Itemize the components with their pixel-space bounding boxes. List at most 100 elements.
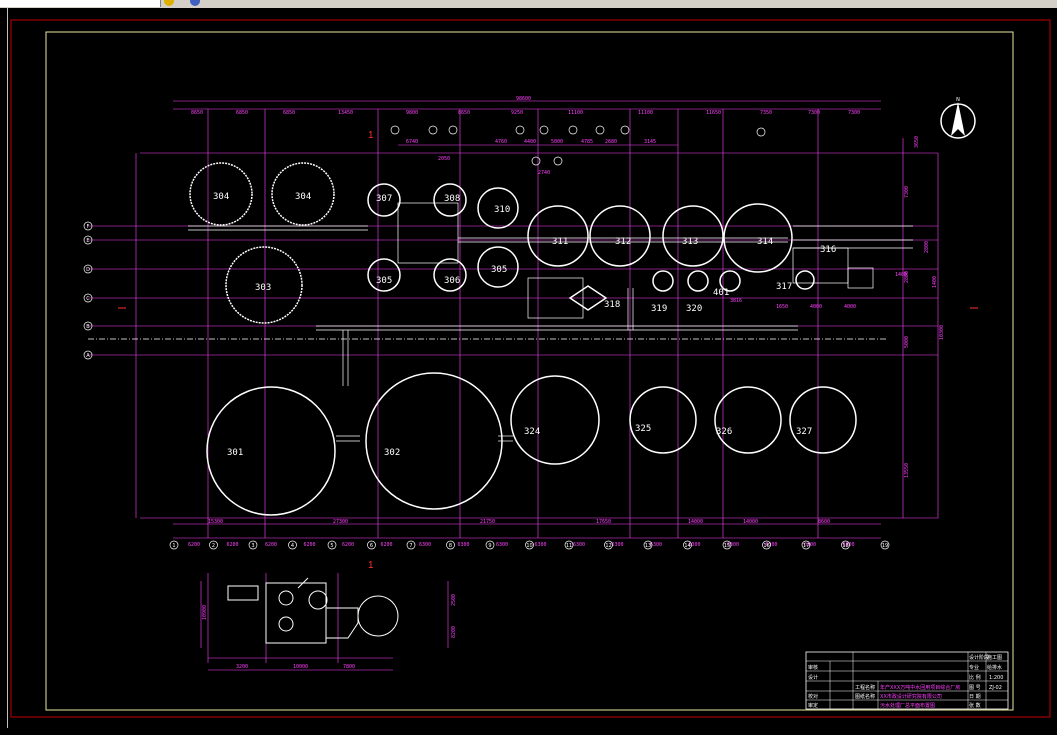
unit-label: 311 — [552, 237, 568, 247]
dim-inset: 7800 — [343, 664, 355, 670]
dim-top: 11100 — [568, 110, 583, 116]
tb-drawing-label: 图纸名称 — [855, 693, 875, 700]
dim-top-sub: 6740 — [406, 139, 418, 145]
axis-bubble: 17 — [801, 540, 811, 550]
svg-text:D: D — [86, 267, 90, 273]
svg-text:12: 12 — [605, 543, 611, 549]
tb-project-label: 工程名称 — [855, 684, 875, 691]
unit-label: 314 — [757, 237, 773, 247]
dim-detail: 1650 — [776, 304, 788, 310]
unit-label: 327 — [796, 427, 812, 437]
dim-bottom-group: 14000 — [688, 519, 703, 525]
dim-bottom: 6300 — [419, 542, 431, 548]
tb-sheet-label: 张 数 — [969, 702, 981, 709]
unit-label: 313 — [682, 237, 698, 247]
north-arrow-icon: N — [940, 97, 976, 139]
dim-top-sub: 2680 — [605, 139, 617, 145]
svg-text:2: 2 — [212, 543, 215, 549]
unit-label: 312 — [615, 237, 631, 247]
tb-scale: 1:200 — [989, 675, 1003, 681]
tb-row-label: 校对 — [808, 693, 818, 700]
tb-company: XX市政设计研究院有限公司 — [880, 693, 942, 700]
svg-text:E: E — [86, 238, 89, 244]
dim-right: 3650 — [914, 136, 920, 148]
dim-inset: 10000 — [293, 664, 308, 670]
dim-bottom-group: 21750 — [480, 519, 495, 525]
dim-top: 7300 — [808, 110, 820, 116]
axis-bubble: 13 — [643, 540, 653, 550]
dim-top: 11100 — [638, 110, 653, 116]
dim-right: 5000 — [904, 336, 910, 348]
unit-labels: 304 304 303 307 308 305 306 310 305 311 … — [213, 192, 836, 458]
dim-top: 6850 — [283, 110, 295, 116]
tb-hdr: 施工图 — [987, 654, 1002, 661]
left-axis-bubbles: F E D C B A — [83, 221, 93, 360]
outer-border — [10, 19, 1051, 718]
tb-drawing-name: 污水处理厂总平面布置图 — [880, 702, 935, 709]
dim-top: 7300 — [848, 110, 860, 116]
dim-top: 9800 — [406, 110, 418, 116]
north-label: N — [956, 97, 960, 103]
dim-bottom-group: 14000 — [743, 519, 758, 525]
bottom-dimension-row: 6200 6200 6200 6200 6200 6200 6300 6300 6300 6300… — [188, 542, 855, 548]
unit-label: 303 — [255, 283, 271, 293]
pipe-network — [88, 202, 913, 442]
svg-text:C: C — [86, 296, 90, 302]
left-scroll-edge — [0, 8, 8, 735]
dim-right: 1400 — [932, 276, 938, 288]
svg-text:A: A — [86, 353, 90, 359]
axis-bubble: 4 — [288, 540, 297, 550]
dim-bottom-group: 15300 — [208, 519, 223, 525]
detail-dimension-text: 2740 2050 1650 1400 3816 4000 4000 — [438, 156, 907, 310]
dim-top: 9250 — [511, 110, 523, 116]
dim-detail: 2740 — [538, 170, 550, 176]
unit-label: 307 — [376, 194, 392, 204]
dim-detail: 2050 — [438, 156, 450, 162]
axis-bubble: 5 — [327, 540, 337, 550]
axis-bubble: 2 — [209, 540, 218, 550]
tb-project-name: 年产XXX万吨中水回用项目综合厂房 — [880, 684, 960, 691]
axis-bubble: 3 — [248, 540, 258, 550]
tb-row-label: 设计 — [808, 674, 818, 681]
dim-bottom: 6300 — [458, 542, 470, 548]
axis-bubble: 18 — [841, 540, 850, 550]
status-strip — [0, 728, 1057, 735]
dim-inset: 3200 — [236, 664, 248, 670]
unit-label: 302 — [384, 448, 400, 458]
unit-label: 306 — [444, 276, 460, 286]
dim-bottom: 6300 — [496, 542, 508, 548]
svg-text:18: 18 — [842, 543, 848, 549]
tb-date-label: 日 期 — [969, 694, 981, 700]
dim-bottom: 6200 — [342, 542, 354, 548]
toolbar-strip — [0, 0, 1057, 8]
svg-text:17: 17 — [803, 543, 809, 549]
dim-top: 6850 — [236, 110, 248, 116]
unit-label: 308 — [444, 194, 460, 204]
unit-label: 305 — [491, 265, 507, 275]
dim-bottom: 6300 — [535, 542, 547, 548]
layer-icon[interactable] — [164, 0, 174, 6]
cad-drawing-canvas[interactable]: N 304 304 303 307 308 305 306 310 305 31… — [8, 8, 1057, 728]
unit-label: 301 — [227, 448, 243, 458]
unit-label: 305 — [376, 276, 392, 286]
axis-bubble: 9 — [485, 540, 495, 550]
dim-top: 11650 — [706, 110, 721, 116]
dim-bottom: 6300 — [573, 542, 585, 548]
dim-top-sub: 4760 — [495, 139, 507, 145]
command-field[interactable] — [0, 0, 161, 7]
axis-bubble: 8 — [446, 540, 455, 550]
axis-bubble: 10 — [525, 540, 534, 550]
unit-label: 320 — [686, 304, 702, 314]
properties-icon[interactable] — [190, 0, 200, 6]
tb-row-label: 审核 — [808, 664, 818, 671]
svg-text:13: 13 — [645, 543, 651, 549]
dim-bottom: 6200 — [304, 542, 316, 548]
svg-text:6: 6 — [370, 543, 373, 549]
dim-bottom: 6200 — [188, 542, 200, 548]
top-dimension-text: 98600 8650 6850 6850 13450 9800 8650 925… — [191, 96, 860, 145]
svg-text:1: 1 — [172, 543, 175, 549]
dim-top-sub: 4785 — [581, 139, 593, 145]
dim-bottom-group: 17650 — [596, 519, 611, 525]
dim-top: 8650 — [458, 110, 470, 116]
svg-text:16: 16 — [763, 543, 769, 549]
